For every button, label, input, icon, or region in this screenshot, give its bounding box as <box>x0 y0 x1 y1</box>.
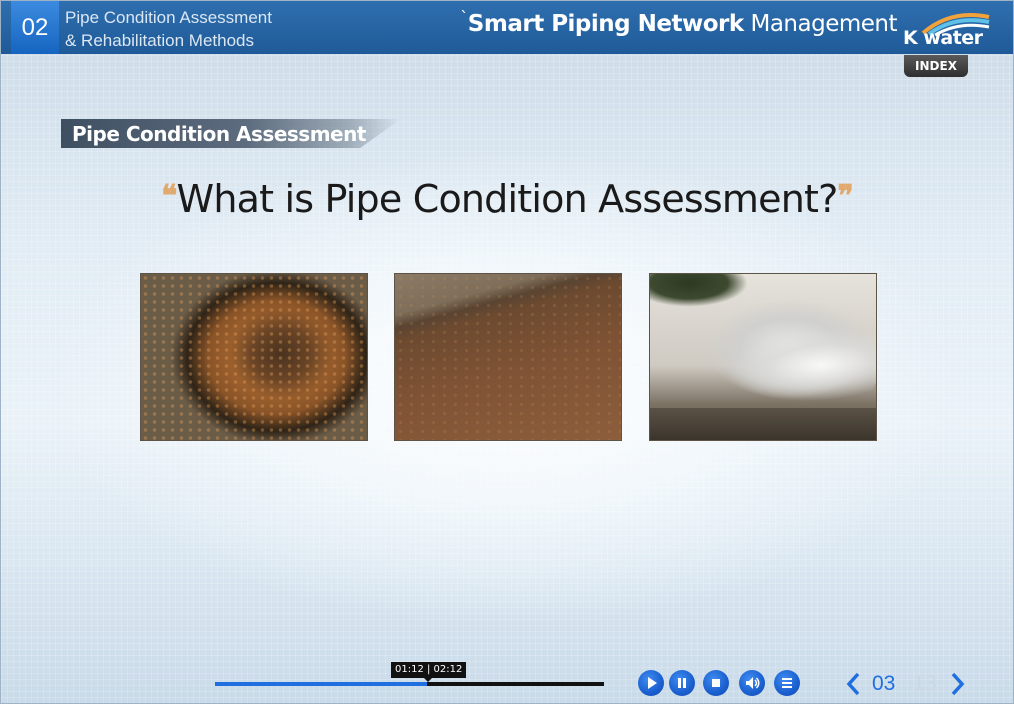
logo-text: K water <box>903 27 983 49</box>
app-title-tick: ` <box>460 8 468 27</box>
total-pages: 13 <box>913 672 937 695</box>
stop-button[interactable] <box>703 670 729 696</box>
next-page-button[interactable] <box>948 671 968 702</box>
tree-foliage <box>650 274 780 319</box>
index-button[interactable]: INDEX <box>904 55 968 77</box>
app-title-bold: Smart Piping Network <box>467 11 744 37</box>
volume-icon <box>746 677 760 689</box>
headline-text: What is Pipe Condition Assessment? <box>176 177 839 221</box>
corroded-pipe-wall-photo <box>394 273 622 441</box>
menu-icon <box>782 678 792 688</box>
time-tooltip: 01:12 | 02:12 <box>391 662 467 682</box>
chevron-right-icon <box>951 672 965 696</box>
corroded-pipe-interior-photo <box>140 273 368 441</box>
app-title: `Smart Piping Network Management <box>460 8 897 37</box>
water-main-burst-photo <box>649 273 877 441</box>
page-headline: ❝What is Pipe Condition Assessment?❞ <box>1 177 1013 221</box>
open-quote-icon: ❝ <box>161 179 177 214</box>
prev-page-button[interactable] <box>843 671 863 702</box>
current-page: 03 <box>872 672 896 695</box>
play-icon <box>648 677 657 689</box>
chapter-title: Pipe Condition Assessment & Rehabilitati… <box>65 6 272 52</box>
header-bar: 02 Pipe Condition Assessment & Rehabilit… <box>1 1 1013 54</box>
progress-fill <box>215 682 427 686</box>
close-quote-icon: ❞ <box>837 179 853 214</box>
pause-icon <box>678 678 686 688</box>
volume-button[interactable] <box>739 670 765 696</box>
chapter-title-line2: & Rehabilitation Methods <box>65 31 255 50</box>
stop-icon <box>712 679 720 687</box>
k-water-logo: K water <box>903 7 991 51</box>
menu-button[interactable] <box>774 670 800 696</box>
play-button[interactable] <box>638 670 664 696</box>
ground-debris <box>650 408 876 440</box>
water-spray <box>650 329 876 419</box>
chapter-title-line1: Pipe Condition Assessment <box>65 8 272 27</box>
app-title-light: Management <box>750 11 897 37</box>
chapter-number: 02 <box>11 1 59 54</box>
chevron-left-icon <box>846 672 860 696</box>
slide-frame: 02 Pipe Condition Assessment & Rehabilit… <box>0 0 1014 704</box>
section-tag: Pipe Condition Assessment <box>61 119 401 148</box>
section-tag-label: Pipe Condition Assessment <box>72 122 366 146</box>
pause-button[interactable] <box>669 670 695 696</box>
